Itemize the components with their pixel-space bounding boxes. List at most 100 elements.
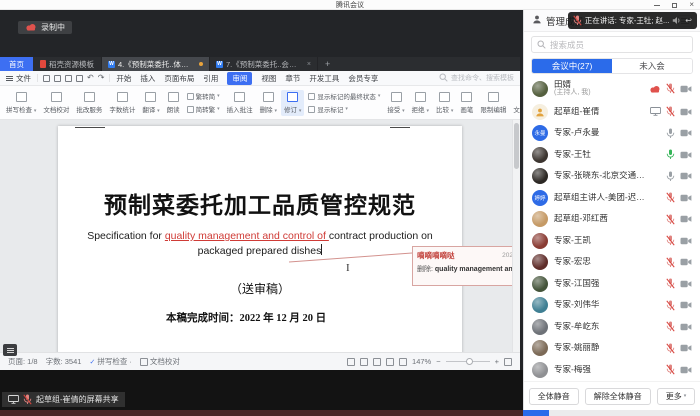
member-row[interactable]: 起草组-邓红茜 xyxy=(524,209,700,231)
web-layout-icon[interactable] xyxy=(386,358,394,366)
tab-home[interactable]: 首页 xyxy=(0,57,33,71)
menu-章节[interactable]: 章节 xyxy=(285,73,300,84)
reply-arrow-icon[interactable]: ↩ xyxy=(685,16,692,25)
menu-开发工具[interactable]: 开发工具 xyxy=(309,73,339,84)
outline-view-icon[interactable] xyxy=(373,358,381,366)
ribbon-item[interactable]: 修订 ▾ xyxy=(281,90,304,116)
revision-note[interactable]: 嘀嘀嘀嘀哒 202 删除: quality management an xyxy=(412,246,518,286)
member-row[interactable]: 专家-梅强 xyxy=(524,359,700,381)
ribbon-item[interactable]: 拒绝 ▾ xyxy=(409,90,432,116)
zoom-in-button[interactable]: + xyxy=(495,357,499,366)
member-mic-icon[interactable] xyxy=(666,214,675,225)
member-camera-icon[interactable] xyxy=(680,215,692,223)
ribbon-item[interactable]: 繁转简▾ xyxy=(187,91,220,101)
member-mic-icon[interactable] xyxy=(666,106,675,117)
recording-badge[interactable]: 录制中 xyxy=(18,21,72,34)
command-search[interactable]: 查找命令、搜索模板 xyxy=(439,73,514,84)
member-camera-icon[interactable] xyxy=(680,85,692,93)
menu-会员专享[interactable]: 会员专享 xyxy=(348,73,378,84)
member-row[interactable]: 永曼专家-卢永曼 xyxy=(524,123,700,145)
member-search-input[interactable] xyxy=(550,40,687,50)
ribbon-item[interactable]: 限制编辑 xyxy=(477,90,509,116)
ribbon-item[interactable]: 批改服务 xyxy=(73,90,105,116)
ribbon-item[interactable]: 画笔 xyxy=(457,90,476,116)
member-mic-icon[interactable] xyxy=(666,235,675,246)
zoom-level[interactable]: 147% xyxy=(412,357,431,366)
file-menu[interactable]: 文件 xyxy=(6,73,31,84)
member-mic-icon[interactable] xyxy=(666,278,675,289)
tab-template[interactable]: 稻壳资源模板 xyxy=(33,57,102,71)
member-row[interactable]: 专家-姚丽静 xyxy=(524,338,700,360)
ribbon-item[interactable]: 显示标记▾ xyxy=(308,104,380,114)
member-row[interactable]: 专家-宏忠 xyxy=(524,252,700,274)
zoom-out-button[interactable]: − xyxy=(436,357,440,366)
tab-not-joined[interactable]: 未入会 xyxy=(612,59,692,73)
ribbon-item[interactable]: 简转繁▾ xyxy=(187,104,220,114)
taskbar[interactable] xyxy=(0,410,700,416)
ribbon-item[interactable]: 删除 ▾ xyxy=(257,90,280,116)
member-camera-icon[interactable] xyxy=(680,129,692,137)
proofread-status[interactable]: 文档校对 xyxy=(140,356,180,367)
zoom-knob[interactable] xyxy=(466,358,473,365)
tab-document-active[interactable]: W 4.《预制菜委托..体标准（送审稿） xyxy=(102,57,210,71)
ribbon-item[interactable]: 接受 ▾ xyxy=(384,90,407,116)
member-mic-icon[interactable] xyxy=(666,343,675,354)
spellcheck-status[interactable]: ✓ 拼写检查 · xyxy=(89,356,131,367)
pen-mode-icon[interactable] xyxy=(399,358,407,366)
member-row[interactable]: 专家-王凯 xyxy=(524,230,700,252)
member-row[interactable]: 专家-刘伟华 xyxy=(524,295,700,317)
member-mic-icon[interactable] xyxy=(666,149,675,160)
member-row[interactable]: 专家-王牡 xyxy=(524,144,700,166)
scrollbar-thumb[interactable] xyxy=(514,123,519,169)
tab-document[interactable]: W 7.《预制菜委托..会议纪要(更新) × xyxy=(210,57,318,71)
member-mic-icon[interactable] xyxy=(666,257,675,268)
member-row[interactable]: 婷婷起草组主讲人-美团-迟婷婷 xyxy=(524,187,700,209)
member-camera-icon[interactable] xyxy=(680,280,692,288)
more-button[interactable]: 更多 ▾ xyxy=(657,388,696,405)
member-row[interactable]: 专家-江国强 xyxy=(524,273,700,295)
tab-in-meeting[interactable]: 会议中(27) xyxy=(532,59,612,73)
member-camera-icon[interactable] xyxy=(680,194,692,202)
ribbon-item[interactable]: 文档校对 xyxy=(40,90,72,116)
member-mic-icon[interactable] xyxy=(666,364,675,375)
vertical-scrollbar[interactable] xyxy=(512,120,520,352)
menu-插入[interactable]: 插入 xyxy=(140,73,155,84)
restore-button[interactable] xyxy=(672,3,677,8)
member-row[interactable]: 专家-牟屹东 xyxy=(524,316,700,338)
ribbon-item[interactable]: 文档权限 xyxy=(510,90,520,116)
menu-视图[interactable]: 视图 xyxy=(261,73,276,84)
export-icon[interactable] xyxy=(54,75,61,82)
member-mic-icon[interactable] xyxy=(666,321,675,332)
minimize-button[interactable] xyxy=(654,5,660,6)
mute-all-button[interactable]: 全体静音 xyxy=(529,388,579,405)
member-mic-icon[interactable] xyxy=(666,83,675,94)
member-search[interactable] xyxy=(531,36,693,53)
ribbon-item[interactable]: 拼写检查 ▾ xyxy=(3,90,39,116)
ribbon-item[interactable]: 朗读 xyxy=(164,90,183,116)
ribbon-item[interactable]: 插入批注 xyxy=(224,90,256,116)
save-icon[interactable] xyxy=(43,75,50,82)
menu-引用[interactable]: 引用 xyxy=(203,73,218,84)
new-tab-button[interactable]: + xyxy=(318,57,337,71)
print-icon[interactable] xyxy=(65,75,72,82)
tab-close-icon[interactable]: × xyxy=(307,61,311,68)
ribbon-item[interactable]: 翻译 ▾ xyxy=(139,90,162,116)
member-mic-icon[interactable] xyxy=(666,300,675,311)
member-camera-icon[interactable] xyxy=(680,323,692,331)
fullscreen-icon[interactable] xyxy=(504,358,512,366)
zoom-slider[interactable] xyxy=(446,361,490,362)
member-camera-icon[interactable] xyxy=(680,237,692,245)
member-camera-icon[interactable] xyxy=(680,108,692,116)
member-row[interactable]: 田婧(主持人, 我) xyxy=(524,76,700,101)
member-mic-icon[interactable] xyxy=(666,192,675,203)
member-camera-icon[interactable] xyxy=(680,366,692,374)
member-mic-icon[interactable] xyxy=(666,128,675,139)
member-row[interactable]: 起草组-崔倩 xyxy=(524,101,700,123)
page-view-icon[interactable] xyxy=(360,358,368,366)
navigation-pane-button[interactable] xyxy=(3,344,17,356)
ribbon-item[interactable]: 显示标记的最终状态▾ xyxy=(308,91,380,101)
menu-页面布局[interactable]: 页面布局 xyxy=(164,73,194,84)
member-camera-icon[interactable] xyxy=(680,344,692,352)
member-camera-icon[interactable] xyxy=(680,258,692,266)
document-area[interactable]: 预制菜委托加工品质管控规范 Specification for quality … xyxy=(0,120,520,352)
